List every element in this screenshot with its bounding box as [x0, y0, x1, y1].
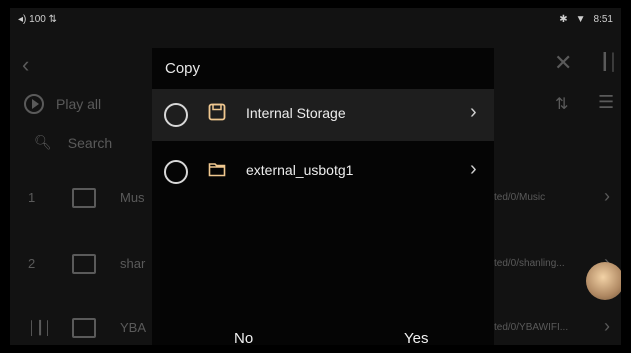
item-path: ted/0/shanling... — [494, 258, 565, 269]
folder-icon — [72, 254, 96, 274]
folder-icon — [72, 318, 96, 338]
play-icon — [24, 94, 44, 114]
item-number: 1 — [28, 190, 36, 205]
item-name: shar — [120, 256, 146, 271]
sd-card-icon — [208, 103, 226, 121]
close-icon[interactable]: ✕ — [554, 50, 572, 76]
option-external-usbotg1[interactable]: external_usbotg1 › — [152, 146, 494, 198]
floating-volume-knob[interactable] — [586, 262, 621, 300]
chevron-right-icon: › — [470, 158, 477, 180]
option-label: external_usbotg1 — [246, 162, 354, 178]
screen: ◂) 100 ⇅ ✱ ▼ 8:51 ‹ Play all 🔍︎ Search 1… — [10, 8, 621, 345]
no-button[interactable]: No — [234, 330, 253, 345]
folder-icon — [208, 160, 226, 178]
status-right: ✱ ▼ 8:51 — [559, 14, 613, 25]
dialog-title: Copy — [165, 60, 201, 77]
menu-icon[interactable]: ☰ — [598, 92, 614, 113]
item-number: 2 — [28, 256, 36, 271]
option-label: Internal Storage — [246, 105, 346, 121]
chevron-right-icon: › — [470, 101, 477, 123]
play-all-label: Play all — [56, 96, 102, 112]
copy-dialog: Copy Internal Storage › external_usbotg1… — [152, 48, 494, 345]
item-name: Mus — [120, 190, 145, 205]
chevron-right-icon: › — [604, 316, 610, 336]
folder-icon — [72, 188, 96, 208]
search-placeholder: Search — [67, 134, 113, 151]
radio-button[interactable] — [164, 160, 188, 184]
back-arrow-icon[interactable]: ‹ — [22, 52, 29, 78]
item-name: YBA — [120, 320, 147, 335]
yes-button[interactable]: Yes — [404, 330, 428, 345]
sort-icon[interactable]: ⇅ — [555, 94, 568, 114]
status-bar: ◂) 100 ⇅ ✱ ▼ 8:51 — [10, 8, 621, 32]
search-icon: 🔍︎ — [34, 134, 52, 150]
clock: 8:51 — [593, 14, 613, 25]
play-all-button[interactable]: Play all — [24, 94, 101, 114]
wifi-icon: ▼ — [575, 14, 586, 25]
bluetooth-icon: ✱ — [559, 14, 568, 25]
chevron-right-icon: › — [604, 186, 610, 206]
equalizer-icon[interactable]: ┃│┃ — [600, 52, 621, 72]
radio-button[interactable] — [164, 103, 188, 127]
item-path: ted/0/YBAWIFI... — [494, 322, 569, 333]
volume-battery-indicator: ◂) 100 ⇅ — [18, 14, 57, 25]
equalizer-icon: │┃│ — [28, 320, 53, 335]
option-internal-storage[interactable]: Internal Storage › — [152, 89, 494, 141]
search-input[interactable]: 🔍︎ Search — [34, 134, 112, 151]
item-path: ted/0/Music — [494, 192, 546, 203]
